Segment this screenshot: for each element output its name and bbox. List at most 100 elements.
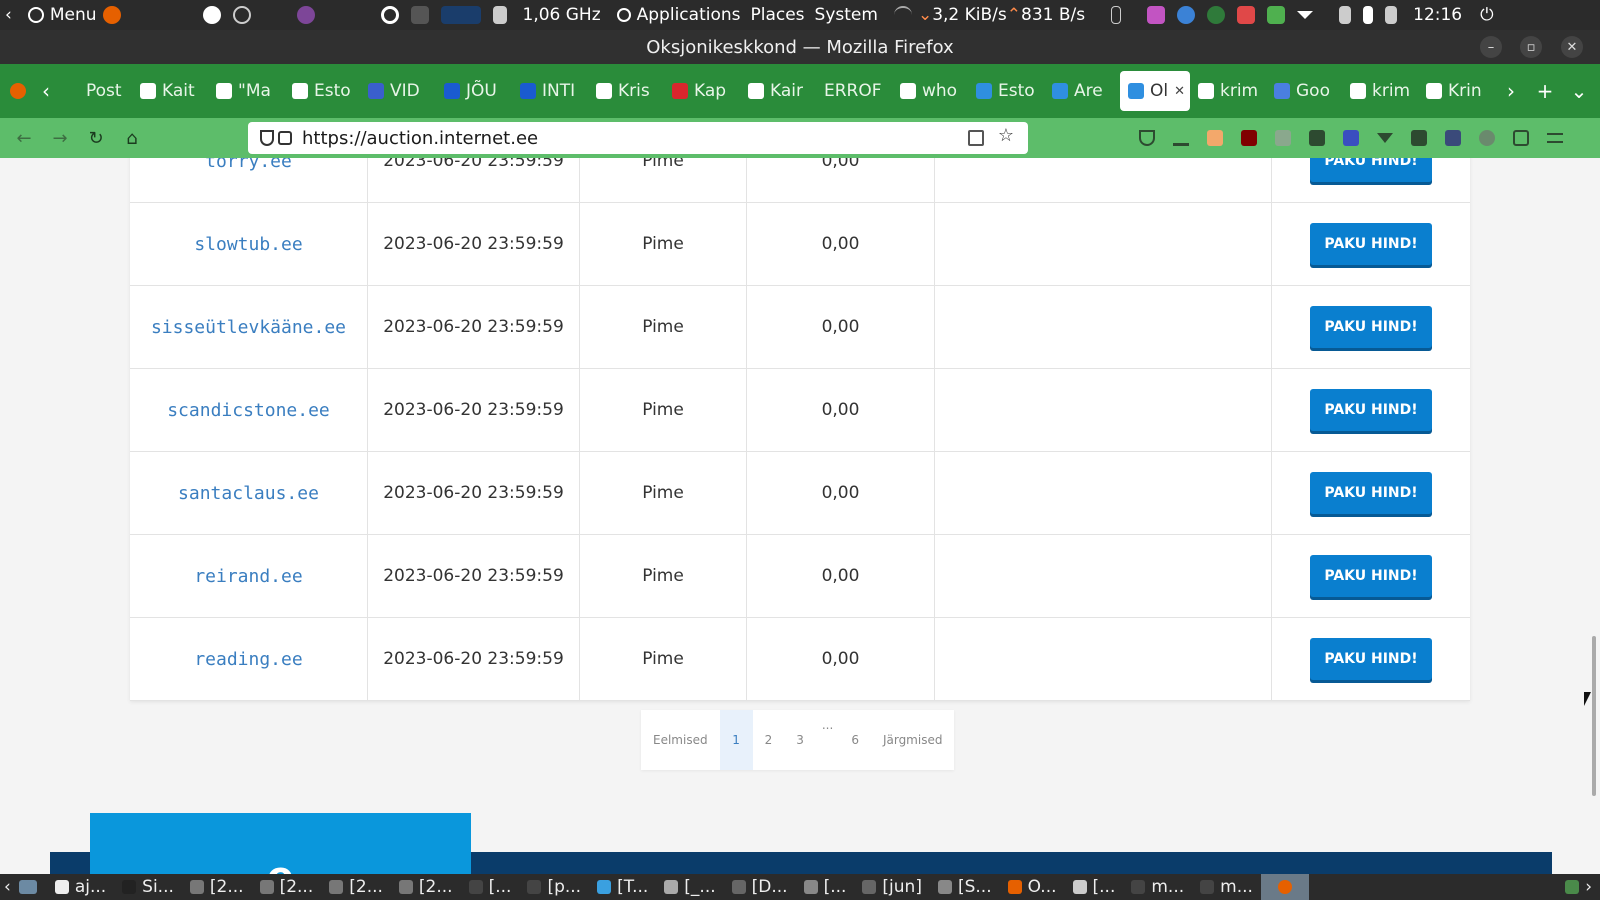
- browser-tab[interactable]: INTI: [512, 71, 588, 111]
- clock[interactable]: 12:16: [1408, 0, 1467, 30]
- tor-icon[interactable]: [296, 6, 315, 24]
- place-bid-button[interactable]: PAKU HIND!: [1310, 223, 1432, 265]
- place-bid-button[interactable]: PAKU HIND!: [1310, 306, 1432, 348]
- volume-icon[interactable]: [1385, 6, 1398, 24]
- notification-bell-icon[interactable]: [1339, 6, 1352, 24]
- taskbar-item[interactable]: [_...: [656, 874, 723, 900]
- browser-tab[interactable]: Esto: [968, 71, 1044, 111]
- place-bid-button[interactable]: PAKU HIND!: [1310, 389, 1432, 431]
- tab-list-dropdown[interactable]: ⌄: [1562, 71, 1596, 111]
- new-tab-button[interactable]: +: [1528, 71, 1562, 111]
- close-tab-icon[interactable]: ✕: [1174, 84, 1185, 99]
- home-button[interactable]: ⌂: [114, 120, 150, 156]
- browser-tab[interactable]: krim: [1190, 71, 1266, 111]
- pagination-page-3[interactable]: 3: [784, 710, 816, 770]
- pagination-page-1[interactable]: 1: [719, 710, 753, 770]
- browser-tab[interactable]: JÕU: [436, 71, 512, 111]
- browser-tab[interactable]: who: [892, 71, 968, 111]
- browser-tab[interactable]: Esto: [284, 71, 360, 111]
- taskbar-item[interactable]: [2...: [182, 874, 252, 900]
- browser-tab[interactable]: "Ma: [208, 71, 284, 111]
- pagination-prev[interactable]: Eelmised: [641, 710, 720, 770]
- system-menu[interactable]: System: [810, 0, 883, 30]
- taskbar-item[interactable]: [2...: [321, 874, 391, 900]
- domain-name[interactable]: slowtub.ee: [130, 203, 368, 285]
- taskbar-item[interactable]: [2...: [391, 874, 461, 900]
- firefox-icon[interactable]: [102, 6, 121, 24]
- taskbar-item[interactable]: [D...: [724, 874, 796, 900]
- pocket-icon[interactable]: [1130, 118, 1164, 158]
- url-bar[interactable]: https://auction.internet.ee ☆: [248, 122, 1028, 154]
- browser-tab[interactable]: Kair: [740, 71, 816, 111]
- browser-tab[interactable]: Kap: [664, 71, 740, 111]
- settings-icon[interactable]: [232, 6, 251, 24]
- link-icon[interactable]: [1334, 118, 1368, 158]
- filter-icon[interactable]: [1368, 118, 1402, 158]
- place-bid-button[interactable]: PAKU HIND!: [1310, 158, 1432, 182]
- tracking-shield-icon[interactable]: [260, 130, 274, 146]
- back-button[interactable]: ←: [6, 120, 42, 156]
- cloud-icon[interactable]: [1470, 118, 1504, 158]
- taskbar-item[interactable]: [...: [1065, 874, 1124, 900]
- place-bid-button[interactable]: PAKU HIND!: [1310, 472, 1432, 514]
- pagination-next[interactable]: Järgmised: [871, 710, 955, 770]
- menu-button[interactable]: Menu: [17, 0, 132, 30]
- shield-icon[interactable]: [1267, 6, 1286, 24]
- domain-name[interactable]: scandicstone.ee: [130, 369, 368, 451]
- taskbar-item[interactable]: [2...: [252, 874, 322, 900]
- power-icon[interactable]: ⏻: [1475, 0, 1498, 30]
- taskbar-item-firefox-active[interactable]: [1260, 874, 1309, 900]
- browser-tab[interactable]: Goo: [1266, 71, 1342, 111]
- panel-scroll-left[interactable]: ‹: [0, 0, 17, 30]
- taskbar-item[interactable]: [...: [461, 874, 520, 900]
- battery-icon[interactable]: [1363, 6, 1374, 24]
- bluetooth-icon[interactable]: [1111, 6, 1122, 24]
- audio-app-icon[interactable]: [1147, 6, 1166, 24]
- chrome-app-icon[interactable]: [1177, 6, 1196, 24]
- forward-button[interactable]: →: [42, 120, 78, 156]
- lock-icon[interactable]: [278, 131, 292, 145]
- footer-logo[interactable]: e: [90, 813, 471, 874]
- taskbar-scroll-right[interactable]: ›: [1585, 877, 1592, 897]
- extension-orange-icon[interactable]: [1198, 118, 1232, 158]
- place-bid-button[interactable]: PAKU HIND!: [1310, 555, 1432, 597]
- place-bid-button[interactable]: PAKU HIND!: [1310, 638, 1432, 680]
- taskbar-item[interactable]: m...: [1192, 874, 1261, 900]
- minimize-button[interactable]: –: [1480, 36, 1502, 58]
- terminal-icon[interactable]: [410, 6, 429, 24]
- bookmark-star-icon[interactable]: ☆: [998, 125, 1014, 146]
- domain-name[interactable]: reading.ee: [130, 618, 368, 700]
- domain-name[interactable]: sisseütlevkääne.ee: [130, 286, 368, 368]
- app-menu-icon[interactable]: [1538, 118, 1572, 158]
- show-desktop-button[interactable]: [15, 874, 47, 900]
- browser-tab[interactable]: Kait: [132, 71, 208, 111]
- tabs-scroll-left[interactable]: ‹: [36, 71, 56, 111]
- page-scrollbar-thumb[interactable]: [1592, 636, 1596, 796]
- browser-tab[interactable]: Kris: [588, 71, 664, 111]
- domain-name[interactable]: reirand.ee: [130, 535, 368, 617]
- reload-button[interactable]: ↻: [78, 120, 114, 156]
- domain-name[interactable]: santaclaus.ee: [130, 452, 368, 534]
- domain-name[interactable]: torry.ee: [130, 158, 368, 202]
- translate-icon[interactable]: [968, 130, 984, 146]
- tabs-scroll-right[interactable]: ›: [1494, 71, 1528, 111]
- pagination-page-2[interactable]: 2: [753, 710, 785, 770]
- id-icon[interactable]: [1402, 118, 1436, 158]
- firefox-view-button[interactable]: [0, 71, 36, 111]
- restore-button[interactable]: ▫: [1520, 36, 1542, 58]
- browser-tab[interactable]: Post: [56, 71, 132, 111]
- browser-tab[interactable]: VID: [360, 71, 436, 111]
- globe-icon[interactable]: [1207, 6, 1226, 24]
- trash-icon[interactable]: [1565, 880, 1580, 894]
- browser-tab[interactable]: Ol ✕: [1120, 71, 1190, 111]
- browser-tab[interactable]: krim: [1342, 71, 1418, 111]
- extensions-icon[interactable]: [1504, 118, 1538, 158]
- pagination-page-last[interactable]: 6: [839, 710, 871, 770]
- uk-flag-icon[interactable]: [1436, 118, 1470, 158]
- downloads-icon[interactable]: [1164, 118, 1198, 158]
- taskbar-scroll-left[interactable]: ‹: [0, 874, 15, 900]
- browser-tab[interactable]: Krin: [1418, 71, 1494, 111]
- places-menu[interactable]: Places: [745, 0, 809, 30]
- url-text[interactable]: https://auction.internet.ee: [302, 128, 538, 149]
- browser-tab[interactable]: Are: [1044, 71, 1120, 111]
